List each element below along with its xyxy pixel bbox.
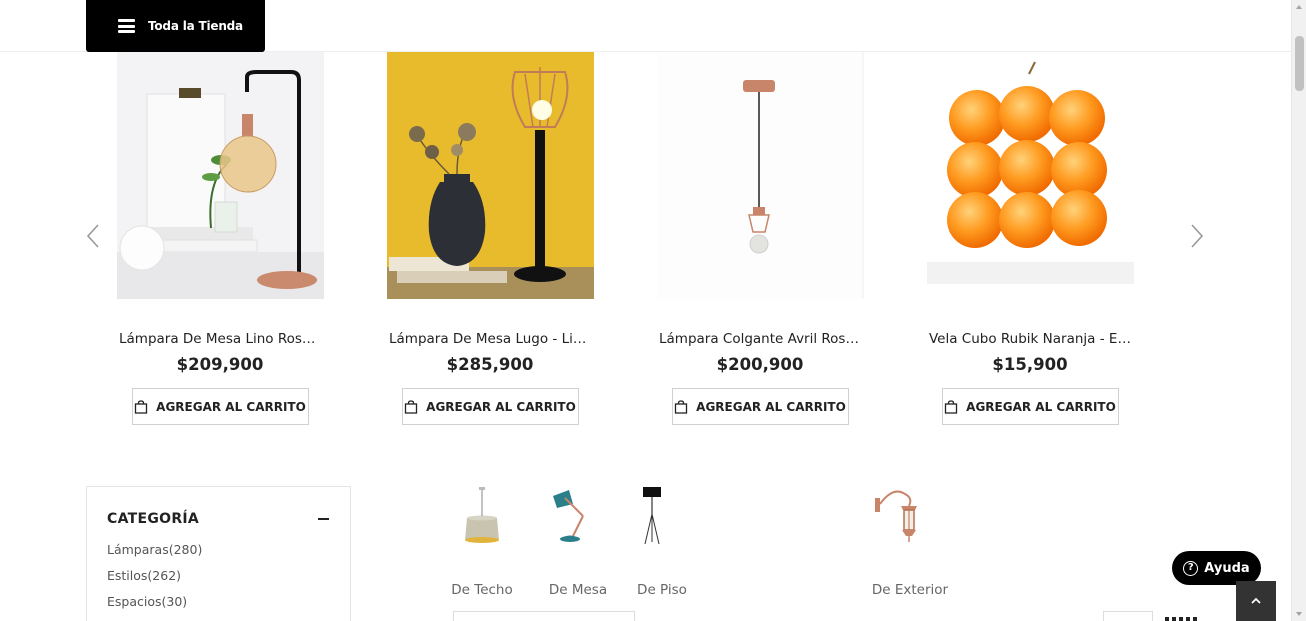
add-to-cart-button[interactable]: AGREGAR AL CARRITO [671,388,849,425]
add-to-cart-button[interactable]: AGREGAR AL CARRITO [131,388,309,425]
shopping-bag-icon [675,399,688,414]
subcategory-de-piso[interactable]: De Piso [617,484,707,598]
subcategory-de-exterior[interactable]: De Exterior [865,484,955,598]
category-link-lamparas[interactable]: Lámparas(280) [107,542,202,557]
scroll-up-arrow-icon[interactable] [1296,5,1302,9]
category-title: CATEGORÍA [107,511,200,527]
shopping-bag-icon [135,399,148,414]
add-to-cart-label: AGREGAR AL CARRITO [156,399,306,414]
help-button[interactable]: ? Ayuda [1172,551,1261,585]
chevron-right-icon [1191,224,1204,248]
product-card: Lámpara Colgante Avril Rose... $200,900 … [655,52,865,425]
scrollbar-thumb[interactable] [1295,36,1304,91]
question-icon: ? [1183,560,1199,576]
product-image[interactable] [386,52,594,299]
subcategory-label: De Mesa [548,582,608,598]
product-price: $209,900 [176,355,264,374]
per-page-select[interactable] [1103,611,1153,621]
add-to-cart-label: AGREGAR AL CARRITO [696,399,846,414]
product-name[interactable]: Vela Cubo Rubik Naranja - Eg... [925,331,1135,347]
product-card: Lámpara De Mesa Lugo - Lie... $285,900 A… [385,52,595,425]
shopping-bag-icon [405,399,418,414]
floor-lamp-icon [617,484,707,546]
product-price: $200,900 [716,355,804,374]
product-card: Vela Cubo Rubik Naranja - Eg... $15,900 … [925,52,1135,425]
product-image[interactable] [656,52,864,299]
all-store-label: Toda la Tienda [148,19,243,33]
grid-view-icon[interactable] [1165,617,1205,621]
scroll-down-arrow-icon[interactable] [1296,612,1302,616]
page-scrollbar[interactable] [1291,0,1306,621]
product-image[interactable] [116,52,324,299]
collapse-minus-icon[interactable] [318,518,329,520]
product-card: Lámpara De Mesa Lino Rose ... $209,900 A… [115,52,325,425]
header-bar: Toda la Tienda [0,0,1291,52]
product-image[interactable] [926,52,1134,299]
category-sidebar: CATEGORÍA Lámparas(280) Estilos(262) Esp… [86,486,351,621]
help-label: Ayuda [1204,560,1250,576]
carousel-next-button[interactable] [1187,222,1207,250]
product-price: $15,900 [992,355,1068,374]
shopping-bag-icon [945,399,958,414]
add-to-cart-button[interactable]: AGREGAR AL CARRITO [401,388,579,425]
product-name[interactable]: Lámpara De Mesa Lugo - Lie... [385,331,595,347]
add-to-cart-label: AGREGAR AL CARRITO [966,399,1116,414]
ceiling-lamp-icon [437,484,527,546]
subcategory-label: De Piso [637,582,687,598]
product-name[interactable]: Lámpara Colgante Avril Rose... [655,331,865,347]
hamburger-icon [118,19,135,33]
subcategory-de-techo[interactable]: De Techo [437,484,527,598]
chevron-left-icon [86,224,99,248]
product-name[interactable]: Lámpara De Mesa Lino Rose ... [115,331,325,347]
desk-lamp-icon [533,484,623,546]
subcategory-label: De Techo [451,582,513,598]
add-to-cart-button[interactable]: AGREGAR AL CARRITO [941,388,1119,425]
category-link-espacios[interactable]: Espacios(30) [107,594,187,609]
add-to-cart-label: AGREGAR AL CARRITO [426,399,576,414]
all-store-menu-button[interactable]: Toda la Tienda [86,0,265,52]
subcategory-de-mesa[interactable]: De Mesa [533,484,623,598]
product-price: $285,900 [446,355,534,374]
back-to-top-button[interactable] [1236,581,1276,621]
sort-select[interactable] [453,611,635,621]
carousel-prev-button[interactable] [83,222,103,250]
category-link-estilos[interactable]: Estilos(262) [107,568,181,583]
wall-lantern-icon [865,484,955,546]
subcategory-label: De Exterior [871,582,949,598]
chevron-up-icon [1251,597,1261,604]
